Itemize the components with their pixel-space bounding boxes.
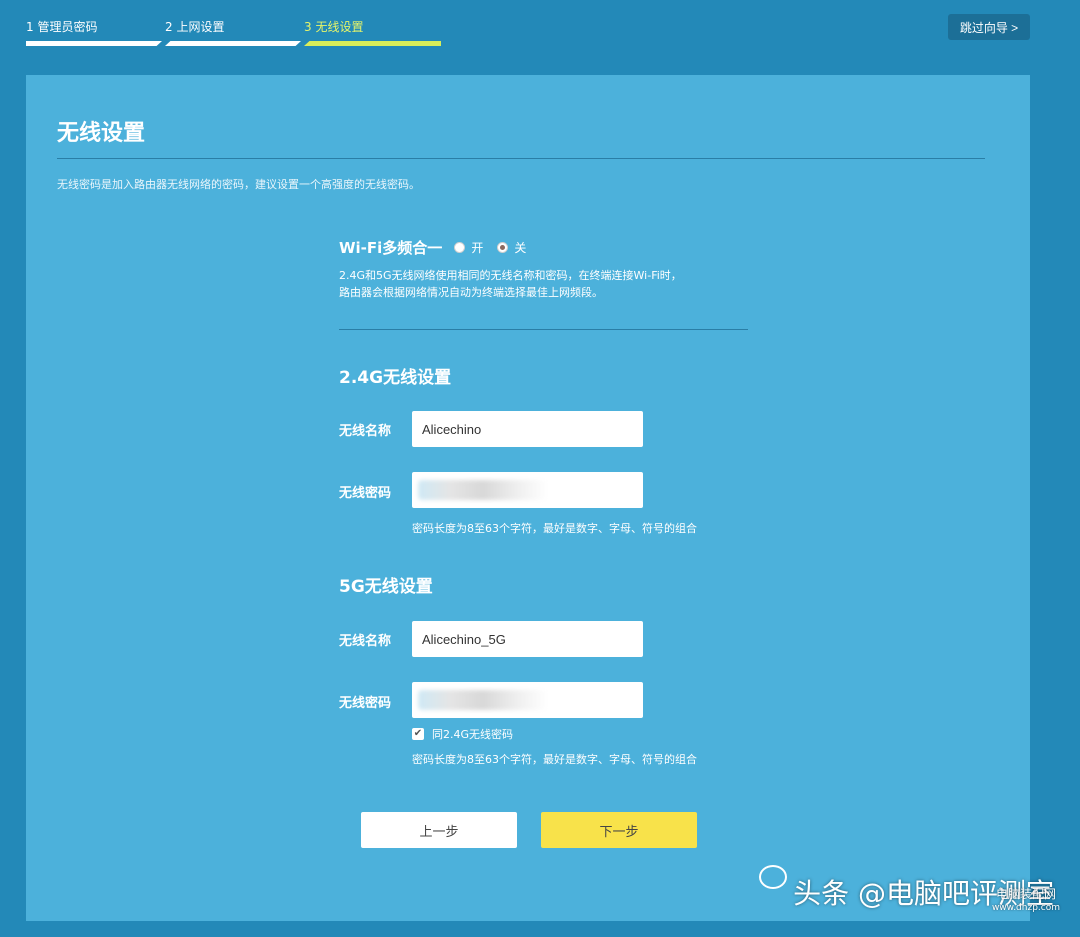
section-divider: [339, 329, 748, 330]
band24-password-label: 无线密码: [339, 486, 392, 501]
site-watermark-cn: 电脑装配网: [995, 887, 1056, 901]
wifi-merge-desc-line2: 路由器会根据网络情况自动为终端选择最佳上网频段。: [339, 286, 603, 299]
band24-name-label: 无线名称: [339, 424, 392, 439]
band24-name-input[interactable]: Alicechino: [412, 411, 643, 447]
prev-step-button[interactable]: 上一步: [361, 812, 517, 848]
band5-title: 5G无线设置: [339, 577, 433, 597]
step-2-label: 2 上网设置: [165, 20, 225, 34]
page-title: 无线设置: [57, 121, 146, 146]
wifi-merge-row: Wi-Fi多频合一 开 关: [339, 237, 540, 258]
step-2-bar: [165, 41, 301, 46]
blurred-password: [418, 690, 548, 710]
step-3-label: 3 无线设置: [304, 20, 364, 34]
wifi-merge-label: Wi-Fi多频合一: [339, 239, 443, 257]
band24-title: 2.4G无线设置: [339, 368, 452, 388]
title-divider: [57, 158, 985, 159]
wifi-merge-off-label: 关: [514, 241, 527, 255]
wizard-steps: 1 管理员密码 2 上网设置 3 无线设置: [26, 18, 446, 48]
same-password-checkbox[interactable]: ✔: [412, 728, 424, 740]
radio-on-icon[interactable]: [454, 242, 466, 253]
band5-password-label: 无线密码: [339, 696, 392, 711]
site-watermark-url: www.dnzp.com: [991, 903, 1060, 913]
wifi-merge-on-radio[interactable]: 开: [454, 239, 483, 256]
wechat-icon: [759, 865, 788, 889]
band5-name-label: 无线名称: [339, 634, 392, 649]
skip-wizard-button[interactable]: 跳过向导 >: [948, 14, 1030, 40]
wireless-settings-panel: 无线设置 无线密码是加入路由器无线网络的密码，建议设置一个高强度的无线密码。 W…: [26, 75, 1030, 921]
wifi-merge-desc-line1: 2.4G和5G无线网络使用相同的无线名称和密码，在终端连接Wi-Fi时，: [339, 269, 682, 282]
same-password-row[interactable]: ✔ 同2.4G无线密码: [412, 726, 513, 742]
intro-text: 无线密码是加入路由器无线网络的密码，建议设置一个高强度的无线密码。: [57, 178, 420, 191]
step-3-bar: [304, 41, 441, 46]
wifi-merge-on-label: 开: [471, 241, 484, 255]
band5-password-input[interactable]: [412, 682, 643, 718]
radio-off-icon[interactable]: [497, 242, 509, 253]
blurred-password: [418, 480, 548, 500]
next-step-button[interactable]: 下一步: [541, 812, 697, 848]
band24-password-input[interactable]: [412, 472, 643, 508]
step-1-bar: [26, 41, 162, 46]
band5-name-input[interactable]: Alicechino_5G: [412, 621, 643, 657]
band5-password-hint: 密码长度为8至63个字符，最好是数字、字母、符号的组合: [412, 753, 697, 766]
wifi-merge-description: 2.4G和5G无线网络使用相同的无线名称和密码，在终端连接Wi-Fi时， 路由器…: [339, 267, 759, 301]
site-watermark: 电脑装配网 www.dnzp.com: [992, 887, 1060, 915]
band24-password-hint: 密码长度为8至63个字符，最好是数字、字母、符号的组合: [412, 522, 697, 535]
same-password-label: 同2.4G无线密码: [432, 728, 514, 741]
step-1-label: 1 管理员密码: [26, 20, 98, 34]
wifi-merge-off-radio[interactable]: 关: [497, 239, 526, 256]
